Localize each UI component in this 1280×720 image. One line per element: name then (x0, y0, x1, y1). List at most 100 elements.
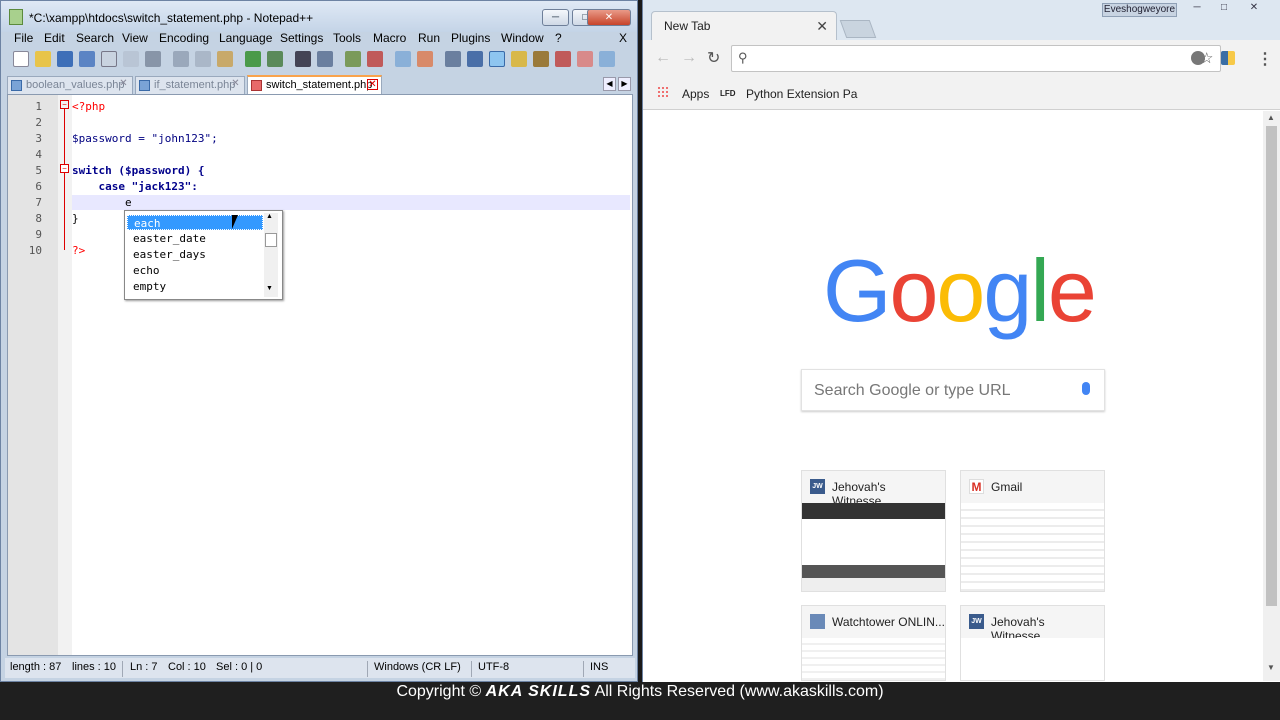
code-line: case "jack123": (72, 180, 198, 193)
menu-window[interactable]: Window (501, 31, 544, 45)
replace-icon[interactable] (317, 51, 333, 67)
show-all-chars-icon[interactable] (467, 51, 483, 67)
play-macro-icon[interactable] (577, 51, 593, 67)
open-file-icon[interactable] (35, 51, 51, 67)
profile-button[interactable]: Eveshogweyore (1102, 3, 1177, 17)
autocomplete-item[interactable]: easter_days (127, 247, 263, 262)
save-all-icon[interactable] (79, 51, 95, 67)
menu-macro[interactable]: Macro (373, 31, 406, 45)
scroll-thumb[interactable] (1266, 126, 1277, 606)
bookmark-python-extension[interactable]: Python Extension Pa (746, 87, 857, 101)
find-icon[interactable] (295, 51, 311, 67)
most-visited-tile[interactable]: Watchtower ONLIN... (801, 605, 946, 681)
back-icon[interactable]: ← (655, 49, 671, 67)
menu-encoding[interactable]: Encoding (159, 31, 209, 45)
menu-run[interactable]: Run (418, 31, 440, 45)
tab-label: boolean_values.php (26, 79, 125, 91)
npp-title-bar[interactable]: *C:\xampp\htdocs\switch_statement.php - … (1, 1, 637, 32)
menu-tools[interactable]: Tools (333, 31, 361, 45)
menu-plugins[interactable]: Plugins (451, 31, 490, 45)
function-list-icon[interactable] (533, 51, 549, 67)
bookmark-apps[interactable]: Apps (682, 87, 709, 101)
search-input[interactable]: Search Google or type URL (801, 369, 1105, 411)
print-icon[interactable] (145, 51, 161, 67)
new-tab-button[interactable] (839, 20, 877, 38)
sync-horizontal-icon[interactable] (417, 51, 433, 67)
menu-close-doc[interactable]: X (619, 31, 627, 45)
fold-toggle-icon[interactable]: − (60, 164, 69, 173)
autocomplete-item[interactable]: echo (127, 263, 263, 278)
most-visited-tile[interactable]: JW Jehovah's Witnesse... (801, 470, 946, 592)
menu-search[interactable]: Search (76, 31, 114, 45)
autocomplete-scrollbar[interactable]: ▲ ▼ (264, 213, 278, 297)
tile-thumbnail (961, 503, 1104, 591)
line-number: 9 (35, 228, 42, 241)
code-editor[interactable]: 1 2 3 4 5 6 7 8 9 10 − − <?php $password… (7, 94, 633, 656)
reload-icon[interactable]: ↻ (707, 48, 720, 68)
autocomplete-item[interactable]: empty (127, 279, 263, 294)
redo-icon[interactable] (267, 51, 283, 67)
cut-icon[interactable] (173, 51, 189, 67)
record-macro-icon[interactable] (555, 51, 571, 67)
scroll-down-icon[interactable]: ▼ (266, 285, 273, 292)
doc-map-icon[interactable] (511, 51, 527, 67)
close-tab-icon[interactable]: ✕ (816, 12, 828, 41)
bookmark-lfd[interactable]: LFD (720, 89, 736, 98)
indent-guide-icon[interactable] (489, 51, 505, 67)
menu-view[interactable]: View (122, 31, 148, 45)
page-scrollbar[interactable]: ▲ ▼ (1263, 111, 1280, 681)
close-tab-icon[interactable]: ✕ (367, 79, 378, 90)
tab-scroll-left-icon[interactable]: ◀ (603, 77, 616, 91)
paste-icon[interactable] (217, 51, 233, 67)
most-visited-tile[interactable]: M Gmail (960, 470, 1105, 592)
minimize-button[interactable]: ─ (542, 9, 569, 26)
minimize-button[interactable]: ─ (1186, 2, 1208, 16)
menu-language[interactable]: Language (219, 31, 272, 45)
logo-letter: l (1030, 241, 1050, 340)
close-window-button[interactable]: ✕ (1243, 2, 1265, 16)
scroll-up-icon[interactable]: ▲ (266, 213, 273, 220)
tab-scroll-right-icon[interactable]: ▶ (618, 77, 631, 91)
copy-icon[interactable] (195, 51, 211, 67)
menu-file[interactable]: File (14, 31, 33, 45)
logo-letter: o (889, 241, 938, 340)
extension-icon[interactable] (1221, 51, 1235, 65)
close-tab-icon[interactable]: ✕ (230, 79, 241, 90)
view-icon[interactable] (599, 51, 615, 67)
code-line: <?php (72, 100, 106, 113)
scroll-down-icon[interactable]: ▼ (1267, 663, 1275, 672)
address-bar[interactable]: ⚲ ☆ (731, 45, 1221, 72)
menu-help[interactable]: ? (555, 31, 562, 45)
tab-if-statement[interactable]: if_statement.php ✕ (135, 76, 245, 94)
zoom-out-icon[interactable] (367, 51, 383, 67)
scroll-up-icon[interactable]: ▲ (1267, 113, 1275, 122)
apps-grid-icon[interactable] (657, 86, 669, 98)
close-file-icon[interactable] (101, 51, 117, 67)
close-all-icon[interactable] (123, 51, 139, 67)
forward-icon[interactable]: → (681, 49, 697, 67)
mic-icon[interactable] (1082, 382, 1090, 395)
tab-new-tab[interactable]: New Tab ✕ (651, 11, 837, 40)
most-visited-tile[interactable]: JW Jehovah's Witnesse... (960, 605, 1105, 681)
undo-icon[interactable] (245, 51, 261, 67)
scroll-thumb[interactable] (265, 233, 277, 247)
status-ln: Ln : 7 (130, 661, 158, 673)
autocomplete-item[interactable]: easter_date (127, 231, 263, 246)
tab-title: New Tab (664, 19, 711, 33)
sync-vertical-icon[interactable] (395, 51, 411, 67)
menu-settings[interactable]: Settings (280, 31, 323, 45)
save-icon[interactable] (57, 51, 73, 67)
tab-switch-statement[interactable]: switch_statement.php ✕ (247, 75, 382, 94)
new-file-icon[interactable] (13, 51, 29, 67)
menu-icon[interactable]: ⋮ (1257, 49, 1273, 69)
close-window-button[interactable]: ✕ (587, 9, 631, 26)
zoom-in-icon[interactable] (345, 51, 361, 67)
fold-toggle-icon[interactable]: − (60, 100, 69, 109)
tab-boolean-values[interactable]: boolean_values.php ✕ (7, 76, 133, 94)
extension-icon[interactable] (1191, 51, 1205, 65)
line-number: 6 (35, 180, 42, 193)
menu-edit[interactable]: Edit (44, 31, 65, 45)
maximize-button[interactable]: □ (1213, 2, 1235, 16)
word-wrap-icon[interactable] (445, 51, 461, 67)
close-tab-icon[interactable]: ✕ (118, 79, 129, 90)
